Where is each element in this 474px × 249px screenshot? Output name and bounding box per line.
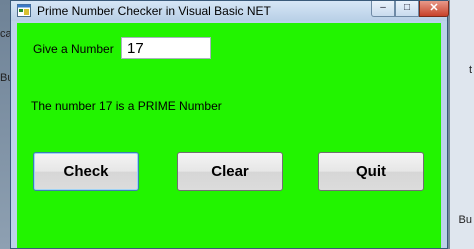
close-button[interactable]: ✕ — [419, 1, 449, 17]
background-right-strip: t Bu — [450, 0, 474, 249]
window-title: Prime Number Checker in Visual Basic NET — [37, 4, 271, 18]
title-bar[interactable]: Prime Number Checker in Visual Basic NET… — [11, 1, 449, 21]
background-text: Bu — [458, 214, 472, 226]
clear-button[interactable]: Clear — [177, 152, 283, 191]
background-text: t — [468, 64, 472, 76]
form-client-area: Give a Number The number 17 is a PRIME N… — [17, 23, 441, 248]
quit-button[interactable]: Quit — [318, 152, 424, 191]
form-app-icon — [17, 4, 31, 17]
result-label: The number 17 is a PRIME Number — [31, 99, 222, 113]
number-input[interactable] — [121, 37, 211, 59]
app-window: Prime Number Checker in Visual Basic NET… — [10, 0, 449, 249]
give-number-label: Give a Number — [33, 42, 114, 56]
minimize-button[interactable]: – — [371, 1, 395, 17]
maximize-button[interactable]: □ — [395, 1, 419, 17]
check-button[interactable]: Check — [33, 152, 139, 191]
